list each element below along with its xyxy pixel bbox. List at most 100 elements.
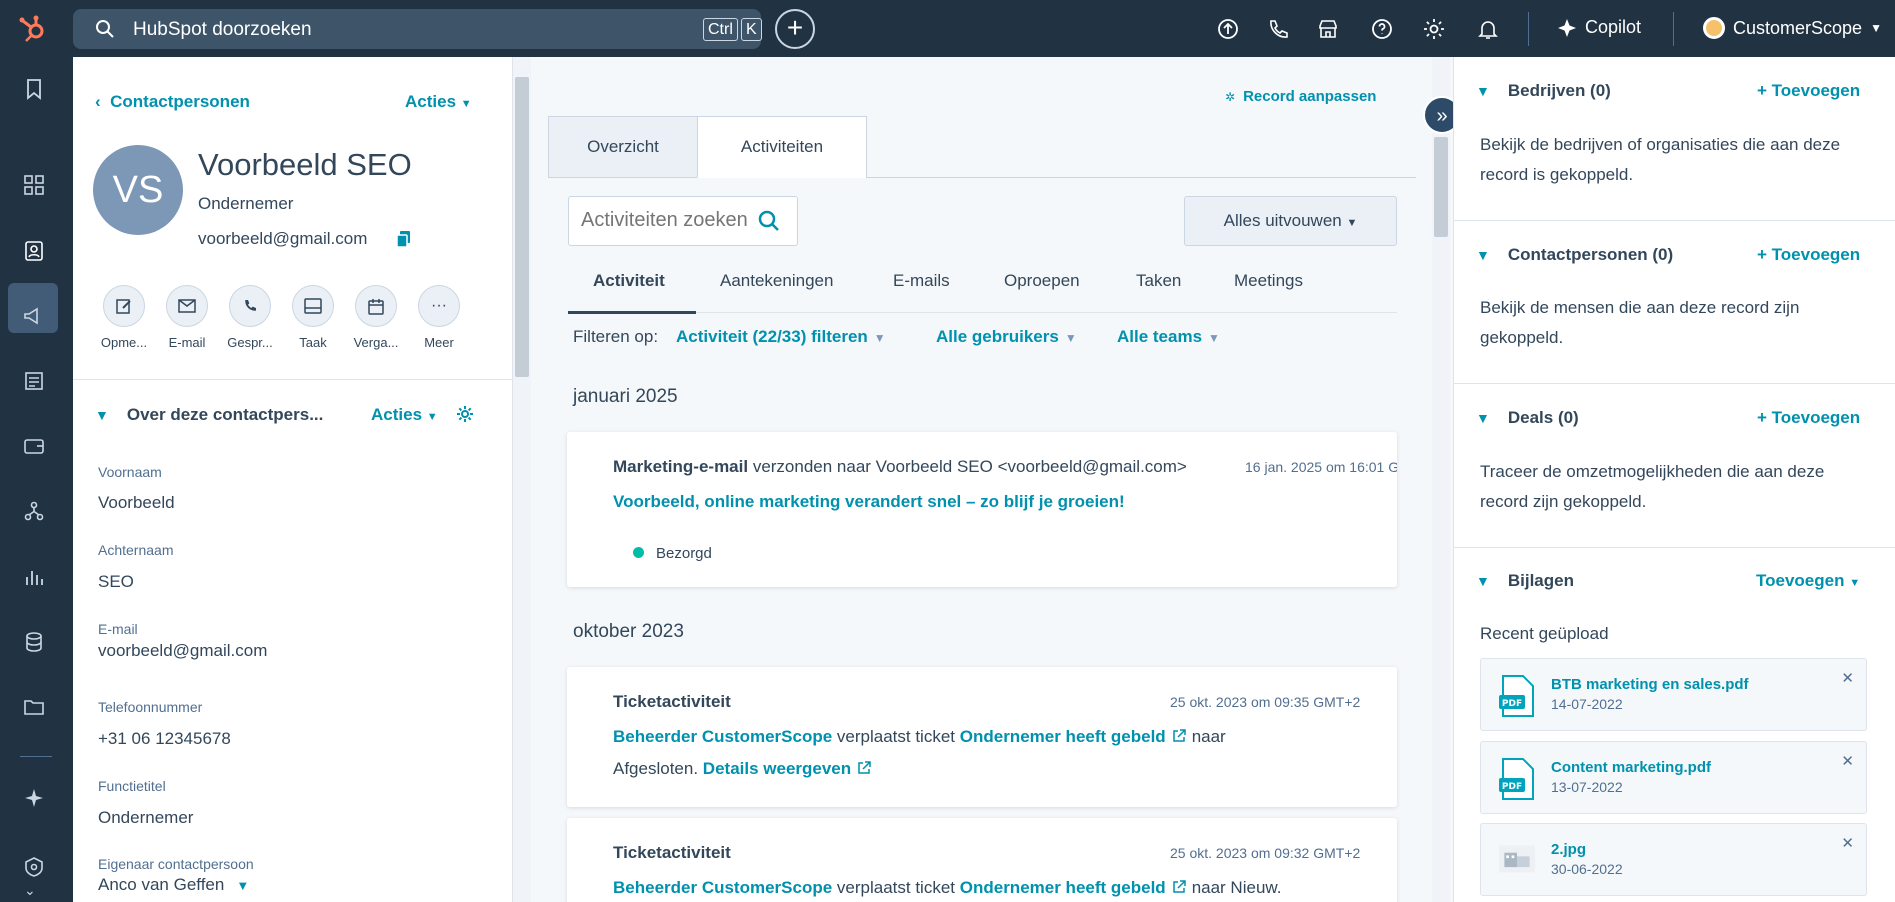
teams-filter-label: Alle teams: [1117, 327, 1203, 346]
note-action[interactable]: Opme...: [96, 285, 152, 350]
email-value[interactable]: voorbeeld@gmail.com: [98, 641, 267, 661]
remove-attachment-icon[interactable]: ✕: [1841, 752, 1854, 770]
notifications-bell-icon[interactable]: [1476, 17, 1500, 41]
email-subject-link[interactable]: Voorbeeld, online marketing verandert sn…: [613, 492, 1125, 511]
activity-card-marketing-email[interactable]: Marketing-e-mail verzonden naar Voorbeel…: [567, 432, 1397, 587]
help-icon[interactable]: [1370, 17, 1394, 41]
attachments-section-toggle[interactable]: ▼ Bijlagen: [1476, 571, 1574, 591]
marketplace-icon[interactable]: [1316, 17, 1340, 41]
attachments-title: Bijlagen: [1507, 571, 1574, 590]
actor-link[interactable]: Beheerder CustomerScope: [613, 878, 832, 897]
settings-shield-icon[interactable]: [22, 855, 46, 879]
activity-search-input[interactable]: [581, 209, 751, 232]
add-contact-button[interactable]: + Toevoegen: [1757, 245, 1860, 265]
companies-section-toggle[interactable]: ▼ Bedrijven (0): [1476, 81, 1611, 101]
contact-name[interactable]: Voorbeeld SEO: [198, 147, 412, 183]
about-actions-dropdown[interactable]: Acties ▼: [371, 405, 438, 425]
search-placeholder: HubSpot doorzoeken: [133, 19, 312, 40]
commerce-icon[interactable]: [22, 434, 46, 458]
external-link-icon[interactable]: [1172, 880, 1186, 894]
middle-scrollbar[interactable]: [1432, 57, 1450, 902]
bookmark-icon[interactable]: [22, 77, 46, 101]
task-action[interactable]: Taak: [285, 285, 341, 350]
attachment-item[interactable]: 2.jpg 30-06-2022 ✕: [1480, 823, 1867, 896]
attachment-name[interactable]: Content marketing.pdf: [1551, 759, 1711, 776]
create-button[interactable]: +: [775, 9, 815, 49]
copy-icon[interactable]: [396, 230, 412, 248]
search-icon[interactable]: [757, 209, 781, 233]
activity-card-ticket[interactable]: Ticketactiviteit 25 okt. 2023 om 09:32 G…: [567, 818, 1397, 902]
nav-divider: [20, 756, 52, 757]
attachment-item[interactable]: PDF BTB marketing en sales.pdf 14-07-202…: [1480, 658, 1867, 731]
more-action[interactable]: ··· Meer: [411, 285, 467, 350]
phone-icon[interactable]: [1266, 17, 1290, 41]
job-title-value[interactable]: Ondernemer: [98, 808, 193, 828]
hubspot-logo-icon[interactable]: [18, 14, 48, 44]
record-actions-dropdown[interactable]: Acties ▼: [405, 92, 472, 112]
call-action[interactable]: Gespr...: [222, 285, 278, 350]
add-deal-button[interactable]: + Toevoegen: [1757, 408, 1860, 428]
settings-icon[interactable]: [1422, 17, 1446, 41]
attachment-item[interactable]: PDF Content marketing.pdf 13-07-2022 ✕: [1480, 741, 1867, 814]
folder-icon[interactable]: [22, 695, 46, 719]
activity-card-ticket[interactable]: Ticketactiviteit 25 okt. 2023 om 09:35 G…: [567, 667, 1397, 807]
data-management-icon[interactable]: [22, 630, 46, 654]
email-action[interactable]: E-mail: [159, 285, 215, 350]
subtab-activity[interactable]: Activiteit: [593, 271, 665, 291]
copilot-button[interactable]: Copilot: [1557, 17, 1641, 38]
subtab-calls[interactable]: Oproepen: [1004, 271, 1080, 291]
actor-link[interactable]: Beheerder CustomerScope: [613, 727, 832, 746]
left-panel-scrollbar[interactable]: [513, 57, 531, 902]
attachment-date: 13-07-2022: [1551, 779, 1623, 795]
external-link-icon[interactable]: [1172, 729, 1186, 743]
tab-overview[interactable]: Overzicht: [548, 116, 698, 178]
content-icon[interactable]: [22, 369, 46, 393]
expand-all-dropdown[interactable]: Alles uitvouwen ▼: [1184, 196, 1397, 246]
add-attachment-dropdown[interactable]: Toevoegen ▼: [1756, 571, 1860, 591]
more-action-label: Meer: [424, 335, 454, 350]
marketing-megaphone-icon[interactable]: [22, 304, 46, 328]
gear-icon[interactable]: [456, 405, 474, 423]
last-name-value[interactable]: SEO: [98, 572, 134, 592]
activity-filter-dropdown[interactable]: Activiteit (22/33) filteren ▼: [676, 327, 886, 347]
scroll-thumb[interactable]: [515, 77, 529, 377]
account-menu[interactable]: CustomerScope ▼: [1703, 17, 1882, 39]
about-section-toggle[interactable]: ▼ Over deze contactpers...: [95, 405, 323, 425]
automation-icon[interactable]: [22, 499, 46, 523]
meeting-action[interactable]: Verga...: [348, 285, 404, 350]
upgrade-icon[interactable]: [1216, 17, 1240, 41]
subtab-meetings[interactable]: Meetings: [1234, 271, 1303, 291]
ticket-link[interactable]: Ondernemer heeft gebeld: [960, 878, 1166, 897]
contacts-section-toggle[interactable]: ▼ Contactpersonen (0): [1476, 245, 1673, 265]
first-name-value[interactable]: Voorbeeld: [98, 493, 175, 513]
view-details-link[interactable]: Details weergeven: [703, 759, 851, 778]
remove-attachment-icon[interactable]: ✕: [1841, 834, 1854, 852]
contact-owner-select[interactable]: Anco van Geffen ▼: [98, 875, 249, 895]
phone-value[interactable]: +31 06 12345678: [98, 729, 231, 749]
customize-record-link[interactable]: ✲ Record aanpassen: [1225, 88, 1376, 105]
subtab-emails[interactable]: E-mails: [893, 271, 950, 291]
users-filter-dropdown[interactable]: Alle gebruikers ▼: [936, 327, 1077, 347]
activity-search[interactable]: [568, 196, 798, 246]
attachment-name[interactable]: 2.jpg: [1551, 841, 1586, 858]
teams-filter-dropdown[interactable]: Alle teams ▼: [1117, 327, 1220, 347]
remove-attachment-icon[interactable]: ✕: [1841, 669, 1854, 687]
global-search[interactable]: HubSpot doorzoeken Ctrl K: [73, 9, 762, 49]
subtab-tasks[interactable]: Taken: [1136, 271, 1181, 291]
deals-section-toggle[interactable]: ▼ Deals (0): [1476, 408, 1579, 428]
workspaces-grid-icon[interactable]: [22, 173, 46, 197]
nav-collapse-chevron-icon[interactable]: ⌄: [24, 882, 36, 899]
scroll-thumb[interactable]: [1434, 137, 1448, 237]
ticket-link[interactable]: Ondernemer heeft gebeld: [960, 727, 1166, 746]
breeze-sparkle-icon[interactable]: [22, 786, 46, 810]
contacts-icon[interactable]: [22, 239, 46, 263]
external-link-icon[interactable]: [857, 761, 871, 775]
attachment-name[interactable]: BTB marketing en sales.pdf: [1551, 676, 1749, 693]
back-to-contacts-link[interactable]: ‹ Contactpersonen: [95, 92, 250, 112]
add-company-button[interactable]: + Toevoegen: [1757, 81, 1860, 101]
tab-activities[interactable]: Activiteiten: [697, 116, 867, 178]
top-bar: HubSpot doorzoeken Ctrl K + Copilot Cust…: [0, 0, 1895, 57]
reporting-icon[interactable]: [22, 565, 46, 589]
subtab-notes[interactable]: Aantekeningen: [720, 271, 833, 291]
actions-label: Acties: [405, 92, 457, 111]
